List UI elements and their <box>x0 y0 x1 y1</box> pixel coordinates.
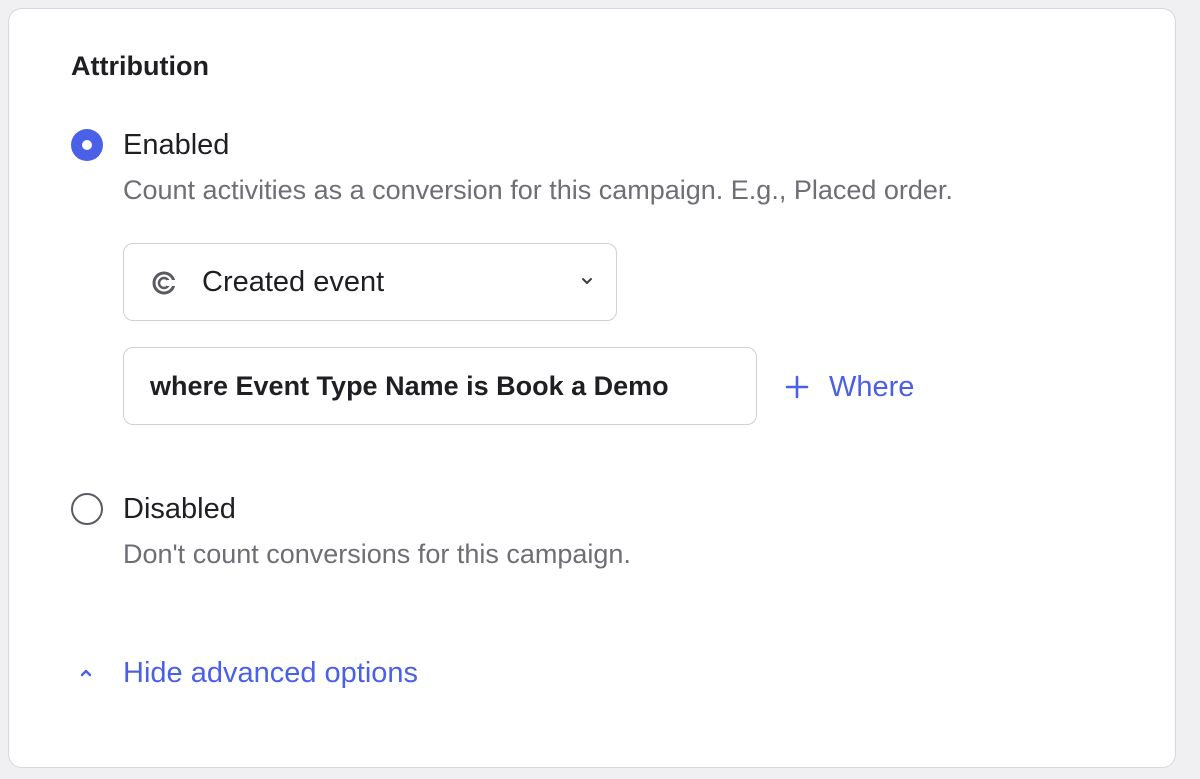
filter-condition-text: where Event Type Name is Book a Demo <box>150 371 669 401</box>
enabled-label[interactable]: Enabled <box>123 129 229 162</box>
chevron-down-icon <box>582 278 592 284</box>
event-select[interactable]: Created event <box>123 243 617 321</box>
hide-advanced-options-toggle[interactable]: Hide advanced options <box>79 653 418 693</box>
calendly-icon <box>152 271 176 295</box>
enabled-radio[interactable] <box>71 129 103 161</box>
add-where-button[interactable]: Where <box>785 367 914 407</box>
radio-selected-dot <box>82 140 92 150</box>
hide-advanced-options-label: Hide advanced options <box>123 656 419 689</box>
add-where-label: Where <box>829 370 915 403</box>
disabled-description: Don't count conversions for this campaig… <box>123 539 631 569</box>
section-title: Attribution <box>71 51 209 81</box>
filter-condition[interactable]: where Event Type Name is Book a Demo <box>123 347 757 425</box>
disabled-label[interactable]: Disabled <box>123 493 236 526</box>
event-select-value: Created event <box>202 266 385 298</box>
plus-icon <box>785 375 809 399</box>
attribution-card: Attribution Enabled Count activities as … <box>8 8 1176 768</box>
enabled-description: Count activities as a conversion for thi… <box>123 175 953 205</box>
disabled-radio[interactable] <box>71 493 103 525</box>
chevron-up-icon <box>80 669 92 677</box>
